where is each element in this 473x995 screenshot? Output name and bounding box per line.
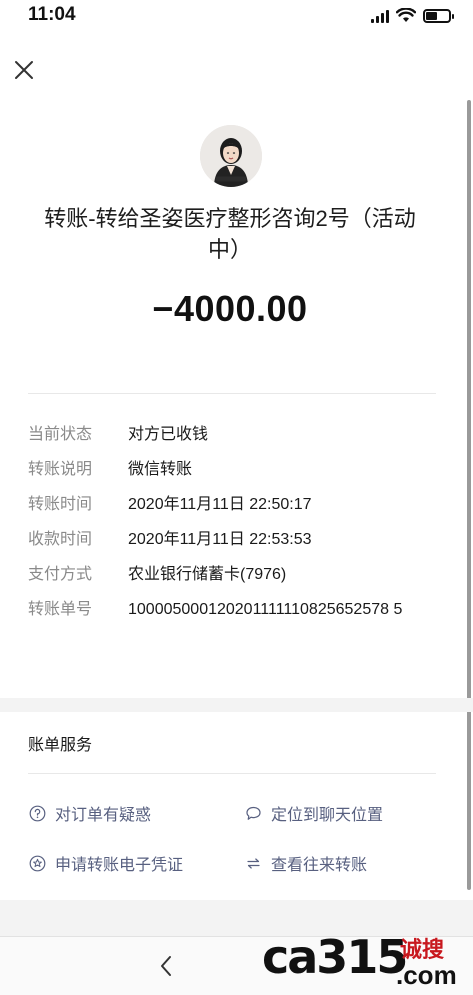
question-icon [28, 804, 46, 822]
close-icon [15, 61, 33, 79]
detail-value: 微信转账 [128, 461, 193, 478]
signal-icon [371, 9, 389, 23]
transfer-amount: −4000.00 [152, 288, 308, 329]
battery-icon [423, 8, 454, 23]
transfer-details: 当前状态 对方已收钱 转账说明 微信转账 转账时间 2020年11月11日 22… [28, 424, 448, 634]
detail-value: 2020年11月11日 22:53:53 [128, 531, 312, 548]
avatar [200, 125, 262, 187]
order-question-link[interactable]: 对订单有疑惑 [28, 801, 151, 825]
watermark-text: ca315 [262, 930, 408, 984]
service-label: 查看往来转账 [271, 857, 368, 874]
close-button[interactable] [10, 56, 38, 84]
detail-label: 收款时间 [28, 531, 93, 548]
detail-label: 转账说明 [28, 461, 93, 478]
transfer-title: 转账-转给圣姿医疗整形咨询2号（活动中） [44, 206, 416, 262]
detail-value: 100005000120201111110825652578 5 [128, 601, 403, 618]
services-title: 账单服务 [28, 737, 93, 754]
divider [28, 773, 436, 774]
chevron-left-icon [161, 956, 171, 976]
watermark-logo: ca315 诚搜 .com [262, 930, 467, 992]
wifi-icon [396, 8, 416, 22]
detail-value: 2020年11月11日 22:50:17 [128, 496, 312, 513]
detail-row-transfer-time: 转账时间 2020年11月11日 22:50:17 [28, 494, 448, 516]
detail-value: 对方已收钱 [128, 426, 209, 443]
status-time: 11:04 [28, 4, 76, 25]
detail-row-payment-method: 支付方式 农业银行储蓄卡(7976) [28, 564, 448, 586]
detail-value: 农业银行储蓄卡(7976) [128, 566, 287, 583]
exchange-arrows-icon [244, 854, 262, 872]
status-icons [371, 8, 454, 23]
back-button[interactable] [152, 951, 182, 981]
view-transfers-link[interactable]: 查看往来转账 [244, 851, 367, 875]
detail-row-description: 转账说明 微信转账 [28, 459, 448, 481]
section-separator [0, 698, 473, 712]
scrollbar[interactable] [467, 100, 471, 890]
chat-bubble-icon [244, 804, 262, 822]
detail-row-transfer-number: 转账单号 100005000120201111110825652578 5 [28, 599, 448, 621]
detail-label: 支付方式 [28, 566, 93, 583]
detail-label: 转账单号 [28, 601, 93, 618]
detail-row-status: 当前状态 对方已收钱 [28, 424, 448, 446]
detail-row-receive-time: 收款时间 2020年11月11日 22:53:53 [28, 529, 448, 551]
service-label: 定位到聊天位置 [271, 807, 384, 824]
watermark-domain: .com [396, 960, 457, 990]
status-bar: 11:04 [0, 0, 473, 34]
locate-chat-link[interactable]: 定位到聊天位置 [244, 801, 383, 825]
detail-label: 当前状态 [28, 426, 93, 443]
detail-label: 转账时间 [28, 496, 93, 513]
service-label: 申请转账电子凭证 [55, 857, 184, 874]
certificate-icon [28, 854, 46, 872]
service-label: 对订单有疑惑 [55, 807, 152, 824]
divider [28, 393, 436, 394]
request-certificate-link[interactable]: 申请转账电子凭证 [28, 851, 183, 875]
